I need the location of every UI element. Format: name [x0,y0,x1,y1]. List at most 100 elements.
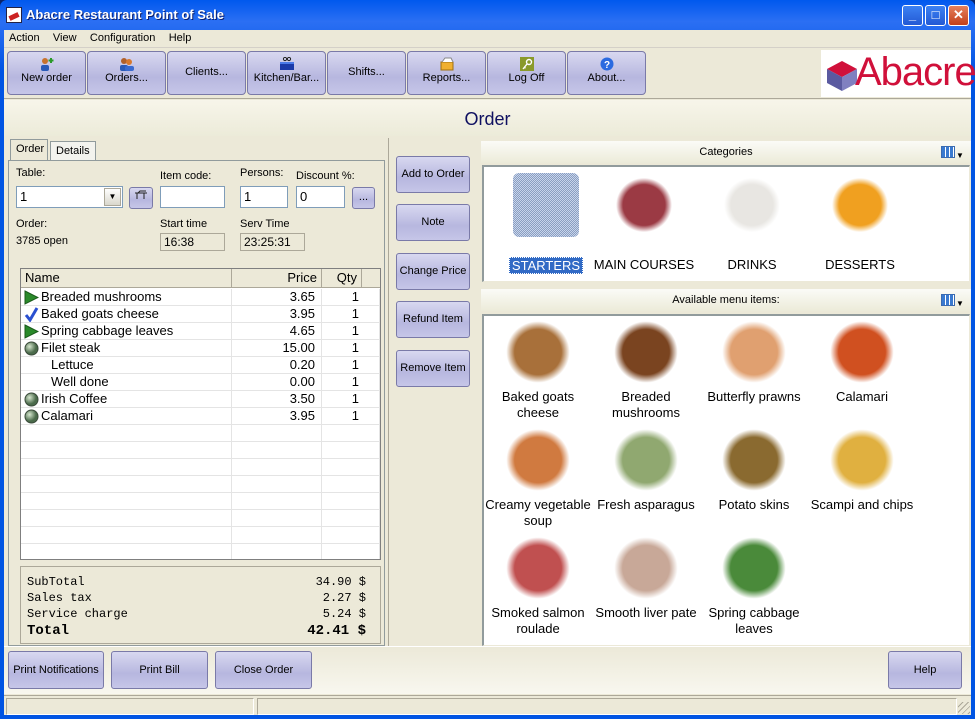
app-window: Abacre Restaurant Point of Sale _ □ ✕ Ac… [0,0,975,719]
clients-button[interactable]: Clients... [167,51,246,95]
resize-grip[interactable] [958,702,970,714]
table-row[interactable] [21,527,380,544]
category-starters[interactable]: STARTERS [492,167,600,274]
print-notifications-button[interactable]: Print Notifications [8,651,104,689]
discount-more-button[interactable]: ... [352,187,375,209]
category-label: MAIN COURSES [593,257,695,272]
category-label: DRINKS [727,257,777,272]
new-order-button[interactable]: New order [7,51,86,95]
table-select-button[interactable] [129,187,153,209]
sales-tax-row: Sales tax 2.27 $ [27,591,366,607]
cell-price [232,544,322,559]
shifts-button[interactable]: Shifts... [327,51,406,95]
tab-order[interactable]: Order [10,139,48,161]
table-row[interactable]: Calamari 3.95 1 [21,408,380,425]
order-number: 3785 open [16,235,68,247]
discount-input[interactable]: 0 [296,186,345,208]
cell-pad [380,289,381,306]
menu-item[interactable]: Butterfly prawns [700,320,808,405]
menu-item[interactable]: Baked goats cheese [484,320,592,421]
menu-items-view-button[interactable]: ▼ [941,294,964,308]
menu-item-label: Smoked salmon roulade [491,605,585,636]
log-off-button[interactable]: Log Off [487,51,566,95]
column-qty[interactable]: Qty [322,269,362,288]
table-row[interactable] [21,459,380,476]
menu-item[interactable]: Smooth liver pate [592,536,700,621]
cell-qty: 1 [322,340,380,357]
add-to-order-button[interactable]: Add to Order [396,156,470,193]
minimize-button[interactable]: _ [902,5,923,26]
reports-icon [440,57,453,71]
cell-pad [380,306,381,323]
help-button[interactable]: Help [888,651,962,689]
about-button[interactable]: ? About... [567,51,646,95]
table-row[interactable]: Well done 0.00 1 [21,374,380,391]
menu-configuration[interactable]: Configuration [85,30,160,44]
kitchen-bar-button[interactable]: Kitchen/Bar... [247,51,326,95]
table-row[interactable] [21,493,380,510]
cell-qty: 1 [322,323,380,340]
menu-help[interactable]: Help [164,30,197,44]
table-row[interactable] [21,425,380,442]
menu-item-label: Calamari [835,389,888,404]
table-row[interactable]: Spring cabbage leaves 4.65 1 [21,323,380,340]
menu-item-image [613,320,679,384]
cell-price: 0.20 [232,357,322,374]
tab-details[interactable]: Details [50,141,96,161]
menu-action[interactable]: Action [4,30,45,44]
page-title: Order [464,109,511,129]
change-price-button[interactable]: Change Price [396,253,470,290]
menu-item[interactable]: Breaded mushrooms [592,320,700,421]
orders-icon [119,58,134,71]
orders-button[interactable]: Orders... [87,51,166,95]
table-row[interactable]: Lettuce 0.20 1 [21,357,380,374]
table-combo[interactable]: 1 ▼ [16,186,123,208]
menu-item-label: Baked goats cheese [501,389,575,420]
category-desserts[interactable]: DESSERTS [806,167,914,272]
category-main-courses[interactable]: MAIN COURSES [590,167,698,272]
menu-item[interactable]: Fresh asparagus [592,428,700,513]
remove-item-button[interactable]: Remove Item [396,350,470,387]
table-row[interactable]: Filet steak 15.00 1 [21,340,380,357]
table-row[interactable]: Breaded mushrooms 3.65 1 [21,289,381,306]
menu-item-image [613,428,679,492]
categories-view-button[interactable]: ▼ [941,146,964,160]
table-row[interactable]: Baked goats cheese 3.95 1 [21,306,381,323]
menu-item[interactable]: Smoked salmon roulade [484,536,592,637]
menu-item-image [721,536,787,600]
subtotal-label: SubTotal [27,575,85,589]
chevron-down-icon[interactable]: ▼ [104,188,121,206]
category-drinks[interactable]: DRINKS [698,167,806,272]
table-row[interactable] [21,510,380,527]
menu-item[interactable]: Potato skins [700,428,808,513]
sent-arrow-icon [24,290,39,305]
column-name[interactable]: Name [21,269,232,288]
category-image [611,173,677,237]
menu-item[interactable]: Spring cabbage leaves [700,536,808,637]
menu-view[interactable]: View [48,30,82,44]
start-time-label: Start time [160,218,208,230]
note-button[interactable]: Note [396,204,470,241]
close-order-button[interactable]: Close Order [215,651,312,689]
table-row[interactable] [21,442,380,459]
cell-price [232,459,322,476]
menu-item[interactable]: Calamari [808,320,916,405]
print-bill-button[interactable]: Print Bill [111,651,208,689]
table-row[interactable] [21,476,380,493]
table-row[interactable]: Irish Coffee 3.50 1 [21,391,380,408]
sales-tax-value: 2.27 $ [322,591,366,605]
item-code-input[interactable] [160,186,225,208]
title-bar[interactable]: Abacre Restaurant Point of Sale _ □ ✕ [0,0,975,30]
column-price[interactable]: Price [232,269,322,288]
menu-item[interactable]: Scampi and chips [808,428,916,513]
maximize-button[interactable]: □ [925,5,946,26]
menu-item[interactable]: Creamy vegetable soup [484,428,592,529]
table-row[interactable] [21,544,380,559]
refund-item-button[interactable]: Refund Item [396,301,470,338]
close-button[interactable]: ✕ [948,5,969,26]
cell-price: 15.00 [232,340,322,357]
persons-input[interactable]: 1 [240,186,288,208]
total-row: Total 42.41 $ [27,623,366,639]
reports-label: Reports... [422,72,471,84]
reports-button[interactable]: Reports... [407,51,486,95]
